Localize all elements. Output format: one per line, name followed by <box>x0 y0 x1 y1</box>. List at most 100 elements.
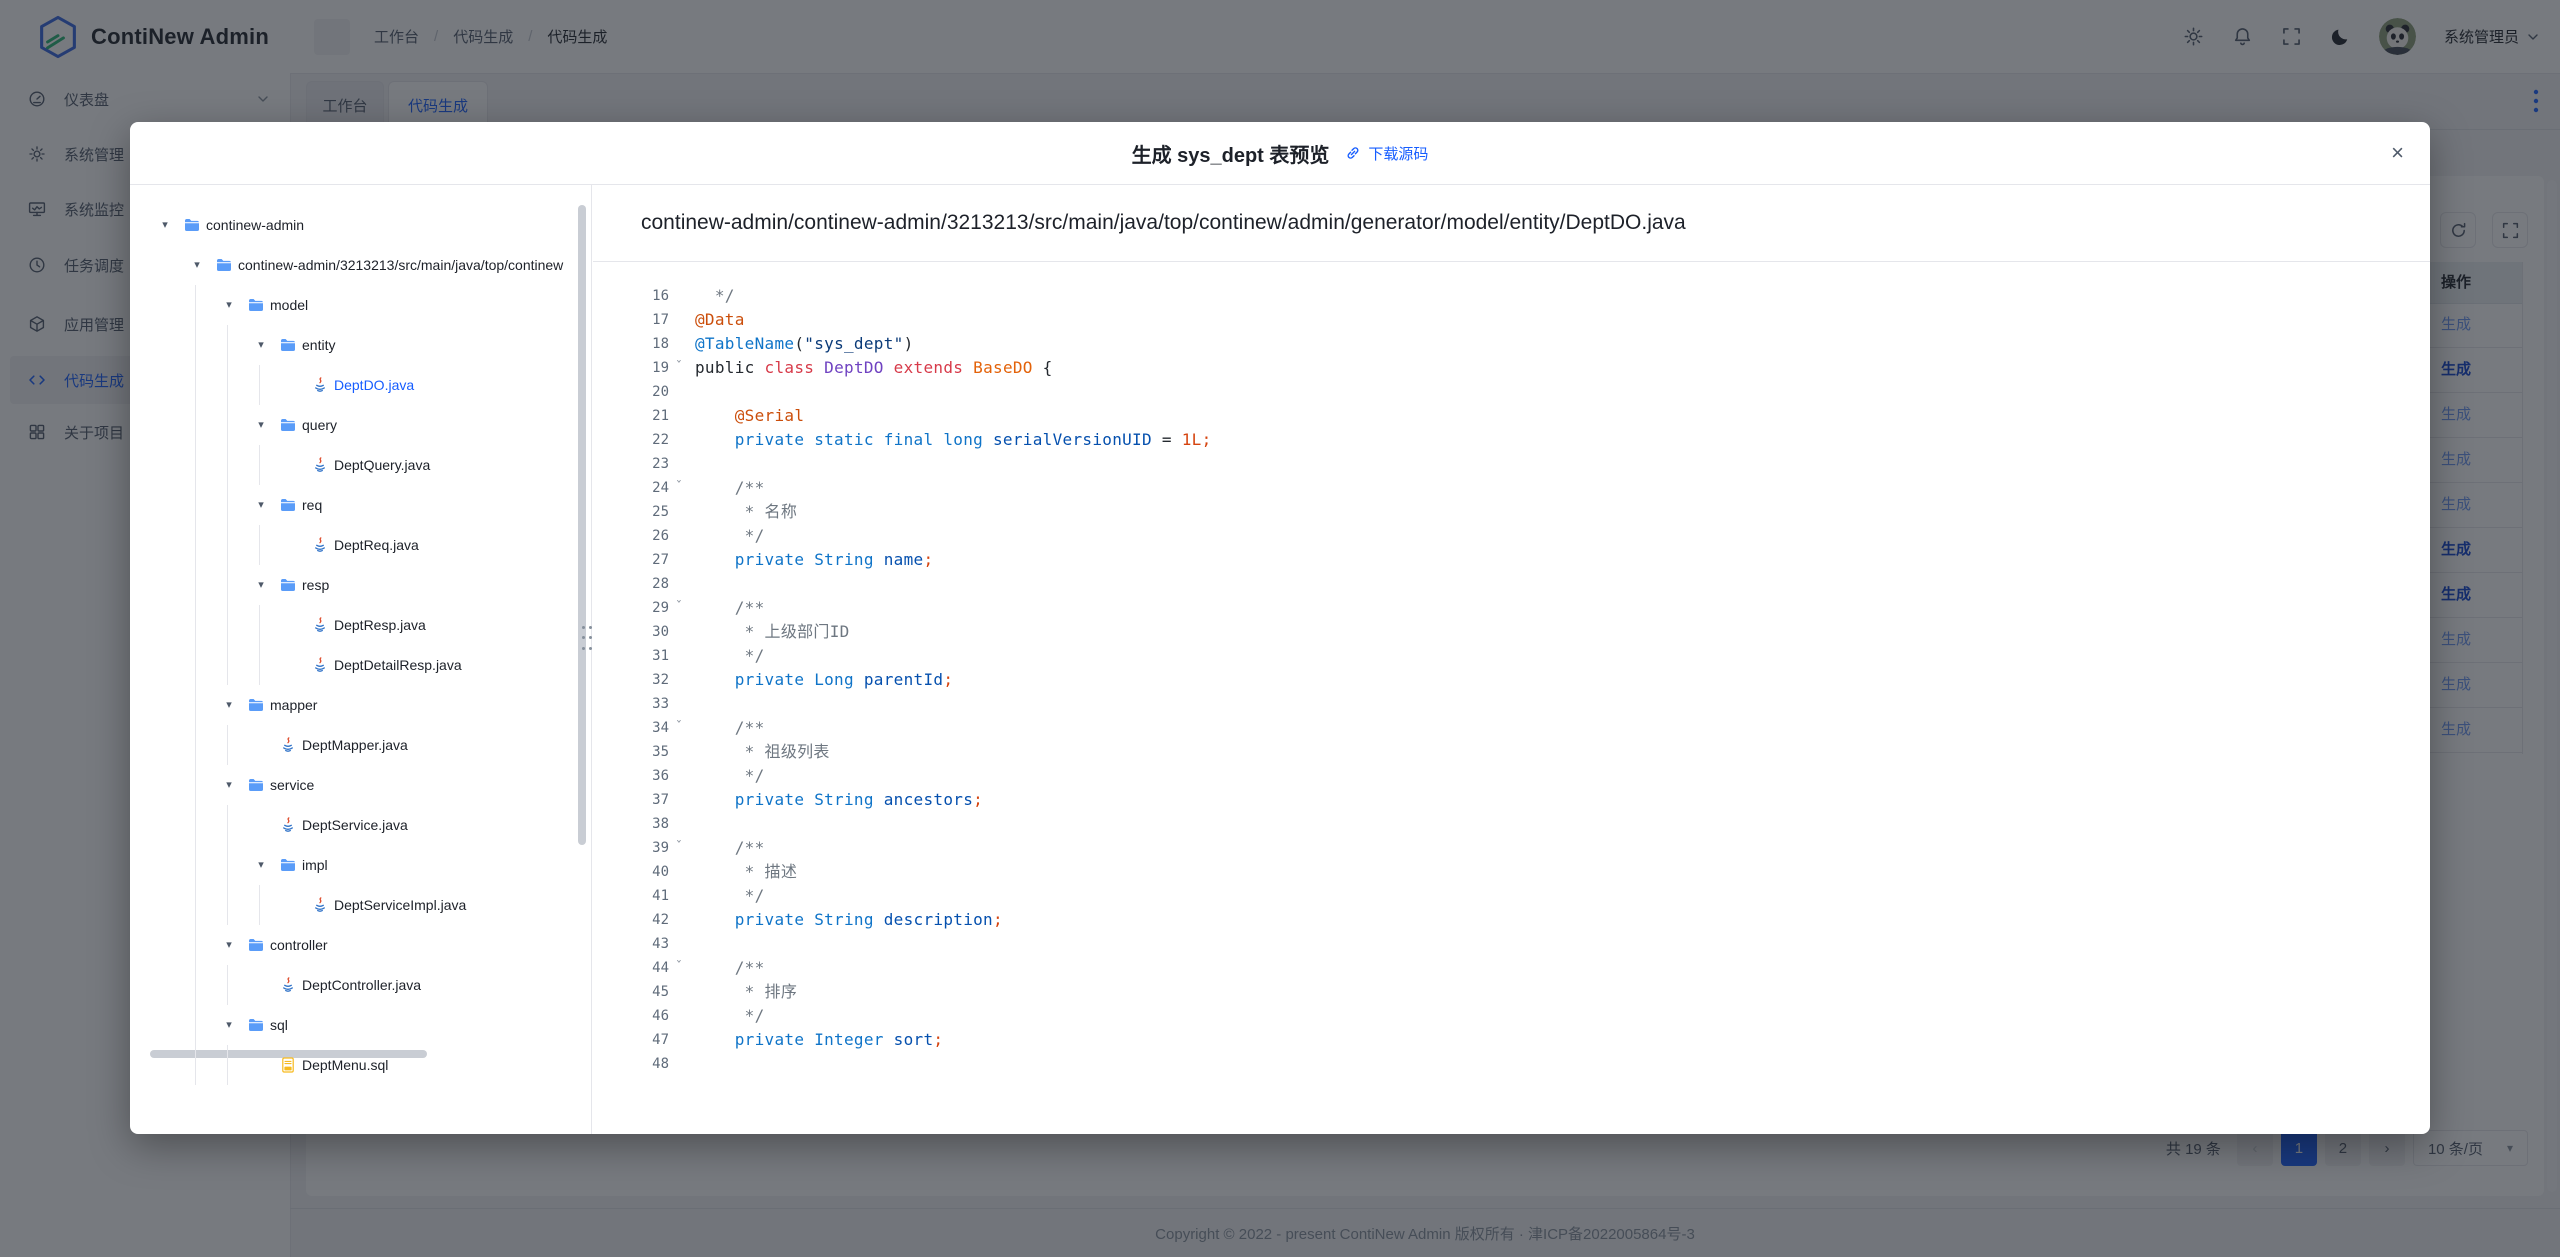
tree-node-impl[interactable]: ▾impl <box>130 851 592 879</box>
code-line: 46 */ <box>593 1004 2430 1028</box>
tree-node-continew-admin[interactable]: ▾ continew-admin <box>130 211 592 239</box>
code-text: private Integer sort; <box>695 1028 943 1052</box>
tree-caret-icon[interactable]: ▾ <box>222 691 236 719</box>
tree-caret-icon[interactable]: ▾ <box>222 291 236 319</box>
line-number: 34 <box>593 716 669 740</box>
java-icon <box>312 457 328 473</box>
folder-icon <box>184 217 200 233</box>
line-number: 38 <box>593 812 669 836</box>
tree-node-deptservice-java[interactable]: DeptService.java <box>130 811 592 839</box>
file-path-bar: continew-admin/continew-admin/3213213/sr… <box>593 184 2430 262</box>
fold-caret-icon[interactable]: ˇ <box>675 600 683 615</box>
fold-caret-icon[interactable]: ˇ <box>675 480 683 495</box>
line-number: 24 <box>593 476 669 500</box>
tree-node-query[interactable]: ▾query <box>130 411 592 439</box>
download-source-label: 下载源码 <box>1368 143 1428 164</box>
fold-caret-icon[interactable]: ˇ <box>675 840 683 855</box>
file-path: continew-admin/continew-admin/3213213/sr… <box>641 211 1686 235</box>
tree-node-label: service <box>270 771 314 799</box>
code-line: 23 <box>593 452 2430 476</box>
line-number: 35 <box>593 740 669 764</box>
tree-caret-icon[interactable]: ▾ <box>190 251 204 279</box>
code-line: 17@Data <box>593 308 2430 332</box>
code-text: */ <box>695 644 765 668</box>
tree-node-deptcontroller-java[interactable]: DeptController.java <box>130 971 592 999</box>
code-line: 21 @Serial <box>593 404 2430 428</box>
code-text: private String ancestors; <box>695 788 983 812</box>
tree-node-label: continew-admin <box>206 211 304 239</box>
line-number: 48 <box>593 1052 669 1076</box>
tree-caret-icon[interactable]: ▾ <box>254 331 268 359</box>
java-icon <box>312 377 328 393</box>
line-number: 25 <box>593 500 669 524</box>
code-panel: continew-admin/continew-admin/3213213/sr… <box>593 184 2430 1134</box>
line-number: 36 <box>593 764 669 788</box>
tree-caret-icon[interactable]: ▾ <box>222 1011 236 1039</box>
code-text: * 祖级列表 <box>695 740 830 764</box>
tree-node-mapper[interactable]: ▾mapper <box>130 691 592 719</box>
tree-node-service[interactable]: ▾ service <box>130 771 592 799</box>
tree-node-req[interactable]: ▾req <box>130 491 592 519</box>
tree-node-model[interactable]: ▾ model <box>130 291 592 319</box>
code-text: */ <box>695 884 765 908</box>
line-number: 27 <box>593 548 669 572</box>
tree-node-entity[interactable]: ▾entity <box>130 331 592 359</box>
fold-caret-icon[interactable]: ˇ <box>675 720 683 735</box>
code-text: @TableName("sys_dept") <box>695 332 914 356</box>
fold-caret-icon[interactable]: ˇ <box>675 360 683 375</box>
modal-title: 生成 sys_dept 表预览 <box>1132 139 1330 168</box>
line-number: 33 <box>593 692 669 716</box>
sql-icon <box>280 1057 296 1073</box>
tree-caret-icon[interactable]: ▾ <box>222 771 236 799</box>
panel-splitter-handle[interactable] <box>581 624 593 652</box>
code-line: 31 */ <box>593 644 2430 668</box>
tree-node-deptdo-java[interactable]: DeptDO.java <box>130 371 592 399</box>
line-number: 39 <box>593 836 669 860</box>
code-text: */ <box>695 1004 765 1028</box>
tree-node-label: DeptReq.java <box>334 531 419 559</box>
line-number: 43 <box>593 932 669 956</box>
code-text: * 名称 <box>695 500 797 524</box>
tree-node-continew-admin-3213213-src-main-java-top-continew[interactable]: ▾continew-admin/3213213/src/main/java/to… <box>130 251 592 279</box>
tree-node-deptmenu-sql[interactable]: DeptMenu.sql <box>130 1051 592 1079</box>
tree-caret-icon[interactable]: ▾ <box>254 851 268 879</box>
code-line: 43 <box>593 932 2430 956</box>
code-line: 39 ˇ /** <box>593 836 2430 860</box>
fold-caret-icon[interactable]: ˇ <box>675 960 683 975</box>
tree-node-deptdetailresp-java[interactable]: DeptDetailResp.java <box>130 651 592 679</box>
tree-caret-icon[interactable]: ▾ <box>254 491 268 519</box>
code-line: 22 private static final long serialVersi… <box>593 428 2430 452</box>
tree-caret-icon[interactable]: ▾ <box>222 931 236 959</box>
code-text: /** <box>695 476 765 500</box>
code-viewer[interactable]: 16 */17@Data18@TableName("sys_dept")19ˇp… <box>593 263 2430 1134</box>
close-icon[interactable]: × <box>2391 142 2404 164</box>
code-line: 26 */ <box>593 524 2430 548</box>
tree-node-deptreq-java[interactable]: DeptReq.java <box>130 531 592 559</box>
code-text: * 上级部门ID <box>695 620 850 644</box>
code-text: /** <box>695 836 765 860</box>
tree-node-deptresp-java[interactable]: DeptResp.java <box>130 611 592 639</box>
code-line: 16 */ <box>593 284 2430 308</box>
tree-node-sql[interactable]: ▾sql <box>130 1011 592 1039</box>
tree-node-deptquery-java[interactable]: DeptQuery.java <box>130 451 592 479</box>
preview-modal: 生成 sys_dept 表预览 下载源码 × ▾continew-admin▾c… <box>130 122 2430 1134</box>
line-number: 17 <box>593 308 669 332</box>
tree-caret-icon[interactable]: ▾ <box>254 411 268 439</box>
tree-caret-icon[interactable]: ▾ <box>158 211 172 239</box>
tree-node-deptmapper-java[interactable]: DeptMapper.java <box>130 731 592 759</box>
download-source-link[interactable]: 下载源码 <box>1345 143 1428 164</box>
code-line: 42 private String description; <box>593 908 2430 932</box>
code-text: private Long parentId; <box>695 668 953 692</box>
code-text: * 描述 <box>695 860 797 884</box>
code-text: private static final long serialVersionU… <box>695 428 1212 452</box>
tree-node-label: model <box>270 291 308 319</box>
java-icon <box>280 817 296 833</box>
tree-node-controller[interactable]: ▾controller <box>130 931 592 959</box>
code-text: */ <box>695 764 765 788</box>
tree-node-deptserviceimpl-java[interactable]: DeptServiceImpl.java <box>130 891 592 919</box>
line-number: 28 <box>593 572 669 596</box>
line-number: 18 <box>593 332 669 356</box>
tree-node-label: DeptServiceImpl.java <box>334 891 466 919</box>
tree-caret-icon[interactable]: ▾ <box>254 571 268 599</box>
tree-node-resp[interactable]: ▾resp <box>130 571 592 599</box>
